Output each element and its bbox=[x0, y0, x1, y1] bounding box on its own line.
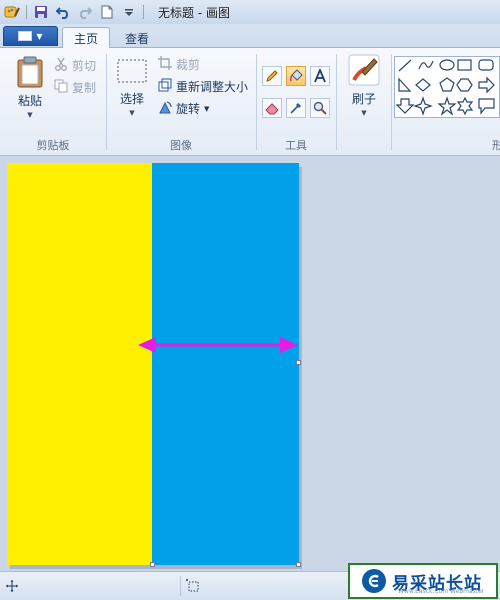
watermark-logo-icon bbox=[362, 569, 386, 593]
eraser-tool[interactable] bbox=[262, 98, 282, 118]
group-separator bbox=[391, 54, 392, 150]
copy-icon bbox=[54, 79, 68, 96]
tools-group-label: 工具 bbox=[285, 139, 307, 152]
line-shape-icon bbox=[398, 59, 412, 72]
chevron-down-icon: ▼ bbox=[129, 109, 135, 117]
crop-button[interactable]: 裁剪 bbox=[158, 56, 200, 73]
rotate-button[interactable]: 旋转 ▼ bbox=[158, 100, 209, 117]
magnifier-icon bbox=[313, 101, 327, 115]
status-divider bbox=[180, 576, 181, 596]
redo-icon[interactable] bbox=[77, 4, 93, 20]
window-title: 无标题 - 画图 bbox=[158, 5, 230, 20]
arrow-head-right bbox=[280, 337, 298, 353]
canvas-area bbox=[0, 157, 500, 571]
crosshair-icon bbox=[6, 580, 18, 592]
oval-shape-icon bbox=[439, 59, 455, 71]
selection-rectangle-icon bbox=[117, 59, 147, 83]
arrow-down-shape-icon bbox=[395, 98, 415, 114]
selection-size-icon bbox=[186, 579, 199, 592]
paint-menu-icon bbox=[18, 31, 33, 41]
cursor-position bbox=[6, 577, 18, 595]
selection-size bbox=[186, 577, 200, 595]
double-arrow-icon bbox=[138, 337, 298, 353]
eraser-icon bbox=[265, 103, 279, 115]
tab-view[interactable]: 查看 bbox=[116, 27, 158, 49]
chevron-down-icon: ▼ bbox=[36, 31, 43, 41]
tab-home[interactable]: 主页 bbox=[62, 27, 110, 49]
crop-icon bbox=[158, 56, 172, 73]
canvas-resize-handle-right[interactable] bbox=[296, 360, 301, 365]
curve-shape-icon bbox=[418, 60, 434, 70]
hexagon-shape-icon bbox=[456, 78, 473, 92]
save-icon[interactable] bbox=[33, 4, 49, 20]
canvas-resize-handle-bottom[interactable] bbox=[150, 562, 155, 567]
undo-icon[interactable] bbox=[55, 4, 71, 20]
image-group-label: 图像 bbox=[170, 139, 192, 152]
color-picker-icon bbox=[290, 103, 301, 114]
resize-button[interactable]: 重新调整大小 bbox=[158, 78, 248, 95]
clipboard-icon bbox=[17, 56, 43, 88]
rotate-icon bbox=[158, 100, 172, 117]
scissors-icon bbox=[54, 57, 68, 74]
group-separator bbox=[336, 54, 337, 150]
copy-button[interactable]: 复制 bbox=[54, 79, 96, 96]
clipboard-group-label: 剪贴板 bbox=[36, 139, 70, 152]
copy-label: 复制 bbox=[72, 81, 97, 95]
text-icon bbox=[314, 69, 326, 83]
arrow-right-shape-icon bbox=[478, 76, 495, 94]
shapes-group-label: 形 bbox=[492, 139, 500, 152]
fill-icon bbox=[289, 69, 303, 82]
group-separator bbox=[106, 54, 107, 150]
ribbon-tab-bar: ▼ 主页 查看 bbox=[0, 24, 500, 49]
canvas-resize-handle-corner[interactable] bbox=[296, 562, 301, 567]
rotate-label: 旋转 bbox=[176, 102, 201, 116]
diamond-shape-icon bbox=[415, 78, 431, 92]
brushes-button[interactable]: 刷子 ▼ bbox=[342, 54, 386, 117]
magnifier-tool[interactable] bbox=[310, 98, 330, 118]
resize-label: 重新调整大小 bbox=[176, 80, 249, 94]
group-separator bbox=[256, 54, 257, 150]
ribbon-home: 粘贴 ▼ 剪切 复制 剪贴板 选择 ▼ 裁剪 重新调整大小 旋转 ▼ 图像 工具… bbox=[0, 48, 500, 156]
chevron-down-icon: ▼ bbox=[361, 109, 367, 117]
brushes-label: 刷子 bbox=[351, 92, 376, 106]
shapes-grid bbox=[395, 59, 495, 116]
paste-label: 粘贴 bbox=[17, 94, 42, 108]
paint-menu-button[interactable]: ▼ bbox=[3, 26, 58, 46]
pencil-tool[interactable] bbox=[262, 66, 282, 86]
quick-access-separator bbox=[143, 5, 144, 19]
paint-app-icon[interactable] bbox=[4, 4, 20, 20]
rectangle-shape-icon bbox=[457, 59, 472, 71]
fill-tool[interactable] bbox=[286, 66, 306, 86]
crop-label: 裁剪 bbox=[176, 58, 201, 72]
drawing-canvas[interactable] bbox=[7, 163, 299, 565]
cut-button[interactable]: 剪切 bbox=[54, 57, 96, 74]
select-label: 选择 bbox=[119, 92, 144, 106]
right-triangle-shape-icon bbox=[398, 77, 412, 92]
watermark-subtext: Www.Easck.Com Webmaster bbox=[398, 588, 485, 595]
shapes-gallery[interactable] bbox=[394, 56, 500, 118]
paste-button[interactable]: 粘贴 ▼ bbox=[10, 56, 50, 119]
title-bar: 无标题 - 画图 bbox=[0, 0, 500, 24]
five-point-star-shape-icon bbox=[437, 96, 457, 116]
brush-icon bbox=[348, 54, 380, 86]
arrow-head-left bbox=[138, 337, 156, 353]
rounded-rectangle-shape-icon bbox=[478, 59, 494, 71]
chevron-down-icon: ▼ bbox=[204, 104, 210, 113]
six-point-star-shape-icon bbox=[456, 96, 474, 116]
color-picker-tool[interactable] bbox=[286, 98, 306, 118]
pentagon-shape-icon bbox=[439, 77, 455, 92]
pencil-icon bbox=[266, 70, 278, 82]
quick-access-separator bbox=[26, 5, 27, 19]
cut-label: 剪切 bbox=[72, 59, 97, 73]
callout-shape-icon bbox=[478, 98, 495, 115]
new-document-icon[interactable] bbox=[99, 4, 115, 20]
select-button[interactable]: 选择 ▼ bbox=[112, 58, 152, 117]
chevron-down-icon: ▼ bbox=[27, 111, 33, 119]
resize-icon bbox=[158, 78, 172, 95]
customize-quick-access-icon[interactable] bbox=[121, 4, 137, 20]
text-tool[interactable] bbox=[310, 66, 330, 86]
four-point-star-shape-icon bbox=[413, 96, 433, 116]
